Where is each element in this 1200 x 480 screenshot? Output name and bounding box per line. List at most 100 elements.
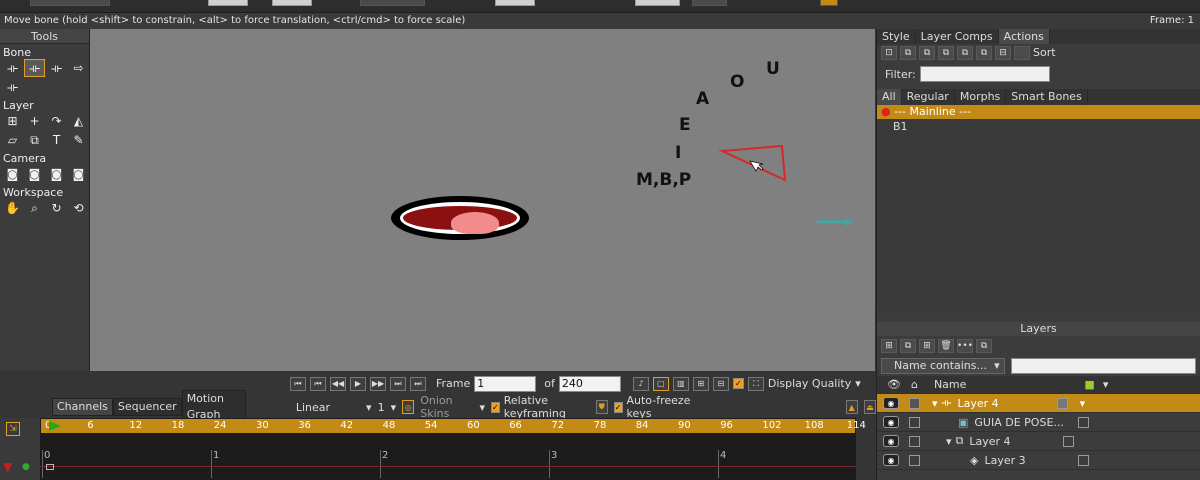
hand-icon[interactable]: ✋: [2, 199, 23, 217]
new-action-icon[interactable]: ⊡: [881, 45, 897, 60]
chevron-down-icon[interactable]: ▾: [1103, 378, 1109, 391]
rotate-layer-icon[interactable]: ↷: [46, 112, 67, 130]
layer-row[interactable]: ◉ ▾ ⧉ Layer 4: [877, 432, 1200, 451]
lock-box[interactable]: [909, 454, 920, 466]
tab-channels[interactable]: Channels: [52, 398, 113, 416]
prev-frame-icon[interactable]: ◀◀: [330, 376, 346, 391]
interp-number-select[interactable]: 1: [378, 401, 385, 414]
timeline-ruler[interactable]: 0 6 12 18 24 30 36 42 48 54 60 66 72 78 84 90 96 102 108 11…: [40, 418, 866, 434]
translate-bone-icon[interactable]: ⟛: [24, 59, 45, 77]
layer-row[interactable]: ◉ ◈ Layer 3: [877, 451, 1200, 470]
zoom-icon[interactable]: ⌕: [24, 199, 45, 217]
tab-style[interactable]: Style: [877, 29, 916, 44]
camera-pan-icon[interactable]: ◙: [68, 165, 89, 183]
keyframe-shield-icon[interactable]: ⛊: [595, 400, 608, 414]
view-single-icon[interactable]: ▢: [652, 376, 669, 391]
name-header[interactable]: Name: [934, 378, 966, 391]
toolbar-button[interactable]: [820, 0, 838, 6]
chevron-down-icon[interactable]: ▾: [366, 401, 372, 414]
play-icon[interactable]: ▶: [350, 376, 366, 391]
rewind-icon[interactable]: ⏮: [290, 376, 306, 391]
total-frames-input[interactable]: 240: [558, 375, 621, 392]
sort-checkbox[interactable]: [1014, 45, 1030, 60]
duplicate-action-icon[interactable]: ⧉: [900, 45, 916, 60]
reference-action-icon[interactable]: ⧉: [957, 45, 973, 60]
eye-icon[interactable]: ◉: [883, 454, 899, 466]
onion-skins-label[interactable]: Onion Skins: [420, 394, 467, 420]
subtab-morphs[interactable]: Morphs: [955, 89, 1007, 105]
chevron-down-icon[interactable]: ▾: [479, 401, 485, 414]
toolbar-button[interactable]: [360, 0, 425, 6]
subtab-all[interactable]: All: [877, 89, 902, 105]
lock-box[interactable]: [909, 416, 920, 428]
next-frame-icon[interactable]: ▶▶: [370, 376, 386, 391]
orbit-icon[interactable]: ⟲: [68, 199, 89, 217]
flip-layer-icon[interactable]: ▱: [2, 131, 23, 149]
rename-action-icon[interactable]: ⧉: [919, 45, 935, 60]
eye-icon[interactable]: ◉: [883, 397, 899, 409]
layer-filter-select[interactable]: Name contains... ▾: [881, 358, 1005, 374]
expand-icon[interactable]: ▾: [946, 435, 952, 448]
relative-keyframing-checkbox[interactable]: ✓: [491, 401, 500, 413]
reparent-bone-icon[interactable]: ⇨: [68, 59, 89, 77]
first-frame-icon[interactable]: ⏮: [310, 376, 326, 391]
quality-checkbox[interactable]: ✓: [732, 378, 744, 389]
bone-strength-icon[interactable]: ⟛: [2, 78, 23, 96]
layer-row[interactable]: ◉ ▾ ⟛ Layer 4 ▾: [877, 394, 1200, 413]
set-origin-icon[interactable]: ⊞: [2, 112, 23, 130]
lock-box[interactable]: [909, 397, 920, 409]
display-quality-label[interactable]: Display Quality: [768, 377, 851, 390]
timeline-track[interactable]: 01234: [40, 434, 856, 480]
eye-icon[interactable]: ◉: [883, 435, 899, 447]
camera-zoom-icon[interactable]: ◙: [24, 165, 45, 183]
frame-input[interactable]: 1: [474, 375, 537, 392]
chevron-down-icon[interactable]: ▾: [855, 377, 861, 390]
select-bone-icon[interactable]: ⟛: [2, 59, 23, 77]
transform-layer-icon[interactable]: +: [24, 112, 45, 130]
action-mainline[interactable]: ● --- Mainline ---: [877, 105, 1200, 119]
audio-icon[interactable]: ♪: [632, 376, 649, 391]
action-b1[interactable]: B1: [877, 119, 1200, 135]
copy-layer-icon[interactable]: ⧉: [900, 339, 916, 353]
toolbar-field[interactable]: [495, 0, 535, 6]
onion-skin-icon[interactable]: ◎: [402, 400, 415, 414]
pencil-icon[interactable]: ✎: [68, 131, 89, 149]
bone-icon[interactable]: [710, 139, 790, 189]
view-quad-icon[interactable]: ⊞: [692, 376, 709, 391]
tab-actions[interactable]: Actions: [998, 29, 1050, 44]
shear-layer-icon[interactable]: ◭: [68, 112, 89, 130]
forward-icon[interactable]: ⏭: [410, 376, 426, 391]
view-grid-icon[interactable]: ⊟: [712, 376, 729, 391]
mouth-shape[interactable]: [391, 196, 529, 240]
tab-layer-comps[interactable]: Layer Comps: [916, 29, 999, 44]
layer-more-icon[interactable]: •••: [957, 339, 973, 353]
expand-timeline-icon[interactable]: ⏏: [863, 400, 876, 414]
toolbar-button[interactable]: [30, 0, 110, 6]
filter-input[interactable]: [919, 66, 1050, 82]
layer-row[interactable]: ◉ ▣ GUIA DE POSE...: [877, 413, 1200, 432]
toolbar-field[interactable]: [272, 0, 312, 6]
camera-track-icon[interactable]: ◙: [2, 165, 23, 183]
chevron-down-icon[interactable]: ▾: [391, 401, 397, 414]
insert-action-icon[interactable]: ⧉: [938, 45, 954, 60]
lock-box[interactable]: [909, 435, 920, 447]
toolbar-button[interactable]: [692, 0, 727, 6]
eye-icon[interactable]: ◉: [883, 416, 899, 428]
timeline-tool-icon[interactable]: ⇲: [6, 422, 20, 436]
auto-freeze-checkbox[interactable]: ✓: [613, 401, 623, 413]
playhead-icon[interactable]: [49, 421, 61, 431]
collapse-timeline-icon[interactable]: ▲: [845, 400, 858, 414]
toolbar-field[interactable]: [635, 0, 680, 6]
toolbar-field[interactable]: [208, 0, 248, 6]
view-split-icon[interactable]: ▥: [672, 376, 689, 391]
interpolation-select[interactable]: Linear: [296, 401, 330, 414]
fit-view-icon[interactable]: ⛶: [747, 376, 764, 391]
tab-sequencer[interactable]: Sequencer: [112, 398, 182, 416]
expand-icon[interactable]: ▾: [932, 397, 938, 410]
camera-roll-icon[interactable]: ◙: [46, 165, 67, 183]
delete-layer-icon[interactable]: 🗑: [938, 339, 954, 353]
layer-bones-icon[interactable]: ⧉: [24, 131, 45, 149]
text-tool-icon[interactable]: T: [46, 131, 67, 149]
delete-action-icon[interactable]: ⧉: [976, 45, 992, 60]
new-layer-icon[interactable]: ⊞: [881, 339, 897, 353]
